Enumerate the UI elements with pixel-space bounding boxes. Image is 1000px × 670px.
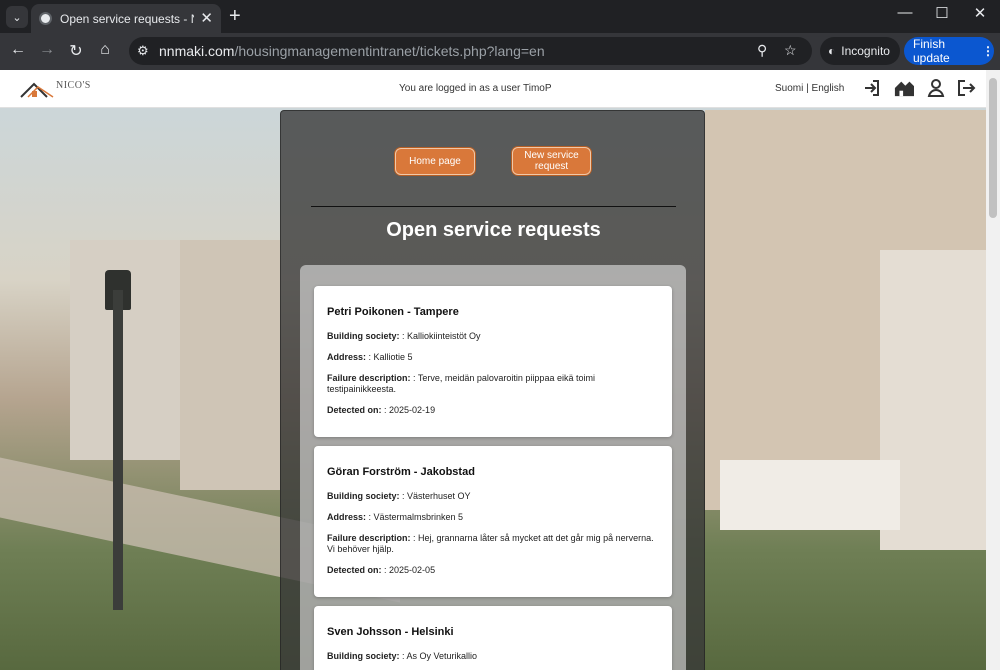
language-switch: Suomi | English [775, 83, 844, 94]
incognito-badge[interactable]: ◐ Incognito [820, 37, 900, 65]
ticket-title: Göran Forström - Jakobstad [327, 466, 475, 478]
site-header: NICO'S You are logged in as a user TimoP… [0, 70, 986, 108]
ticket-title: Sven Johsson - Helsinki [327, 626, 454, 638]
lang-separator: | [806, 83, 809, 94]
ticket-card[interactable]: Göran Forström - Jakobstad Building soci… [314, 446, 672, 597]
detected-on-row: Detected on: : 2025-02-19 [327, 405, 436, 415]
tab-title: Open service requests - Nico's H [60, 11, 194, 26]
home-icon[interactable]: ⌂ [95, 41, 115, 59]
service-requests-panel: Home page New service request Open servi… [280, 110, 705, 670]
failure-description-row: Failure description: : Terve, meidän pal… [327, 373, 595, 394]
site-info-icon[interactable]: ⚙ [137, 43, 149, 59]
address-bar[interactable]: ⚙ nnmaki.com/housingmanagementintranet/t… [129, 37, 812, 65]
zoom-icon[interactable]: ⚲ [757, 42, 767, 59]
maximize-icon[interactable]: ☐ [930, 4, 954, 22]
back-icon[interactable]: ← [8, 41, 28, 59]
new-service-request-button[interactable]: New service request [512, 147, 591, 175]
reload-icon[interactable]: ↻ [66, 41, 86, 61]
scrollbar-thumb[interactable] [989, 78, 997, 218]
divider [311, 206, 676, 207]
house-logo-icon [20, 82, 54, 98]
user-profile-icon[interactable] [926, 78, 946, 98]
building-society-row: Building society: : As Oy Veturikallio [327, 651, 478, 661]
menu-dots-icon[interactable]: ⋮ [982, 44, 994, 58]
lang-finnish-link[interactable]: Suomi [775, 83, 803, 94]
tab-search-button[interactable]: ⌄ [6, 6, 28, 28]
building-society-row: Building society: : Kalliokiinteistöt Oy [327, 331, 481, 341]
bookmark-star-icon[interactable]: ☆ [784, 42, 797, 59]
page-viewport: NICO'S You are logged in as a user TimoP… [0, 70, 986, 670]
ticket-list: Petri Poikonen - Tampere Building societ… [300, 265, 686, 670]
ticket-card[interactable]: Sven Johsson - Helsinki Building society… [314, 606, 672, 670]
building-society-row: Building society: : Västerhuset OY [327, 491, 471, 501]
page-title: Open service requests [386, 219, 601, 241]
login-icon[interactable] [862, 78, 882, 98]
minimize-icon[interactable]: — [893, 4, 917, 21]
browser-toolbar: ← → ↻ ⌂ ⚙ nnmaki.com/housingmanagementin… [0, 33, 1000, 70]
new-tab-button[interactable]: + [229, 5, 241, 27]
ticket-card[interactable]: Petri Poikonen - Tampere Building societ… [314, 286, 672, 437]
finish-update-button[interactable]: Finish update ⋮ [904, 37, 994, 65]
failure-description-row: Failure description: : Hej, grannarna lå… [327, 533, 654, 554]
detected-on-row: Detected on: : 2025-02-05 [327, 565, 436, 575]
buildings-icon[interactable] [894, 78, 914, 98]
home-page-button[interactable]: Home page [395, 148, 475, 175]
window-close-icon[interactable]: ✕ [968, 4, 992, 22]
url-text[interactable]: nnmaki.com/housingmanagementintranet/tic… [159, 43, 545, 59]
address-row: Address: : Västermalmsbrinken 5 [327, 512, 464, 522]
close-tab-icon[interactable]: ✕ [200, 11, 213, 26]
page-scrollbar[interactable] [986, 70, 1000, 670]
lang-english-link[interactable]: English [812, 83, 845, 94]
company-logo[interactable]: NICO'S [20, 80, 95, 100]
favicon-icon [39, 12, 52, 25]
logout-icon[interactable] [956, 78, 976, 98]
browser-tab-strip: ⌄ Open service requests - Nico's H ✕ + —… [0, 0, 1000, 33]
logged-in-status: You are logged in as a user TimoP [399, 83, 552, 94]
ticket-title: Petri Poikonen - Tampere [327, 306, 459, 318]
incognito-icon: ◐ [828, 44, 836, 58]
address-row: Address: : Kalliotie 5 [327, 352, 413, 362]
browser-tab[interactable]: Open service requests - Nico's H ✕ [31, 4, 221, 33]
logo-text: NICO'S [56, 80, 91, 91]
forward-icon[interactable]: → [37, 41, 57, 59]
